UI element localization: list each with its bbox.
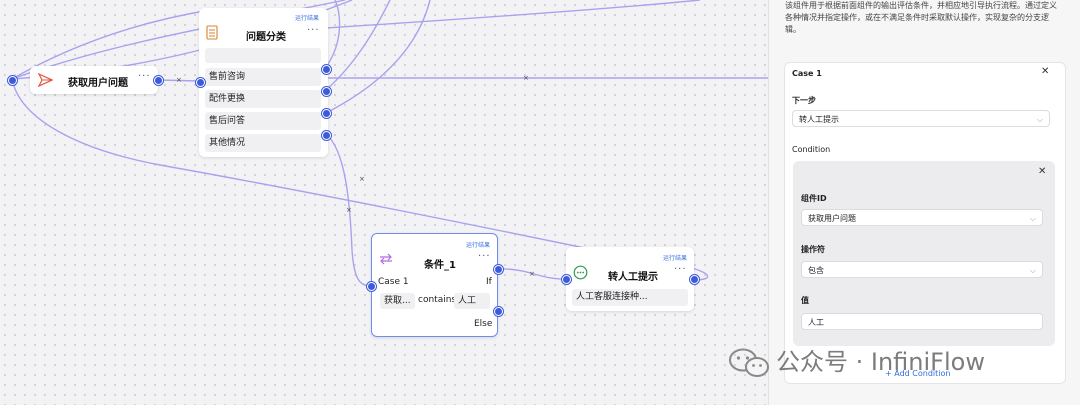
operator-select[interactable]: 包含 ⌵ [801, 261, 1043, 278]
node-title: 转人工提示 [608, 272, 658, 283]
case-title: Case 1 [792, 69, 822, 78]
node-menu-icon[interactable]: ··· [674, 264, 687, 275]
node-title: 获取用户问题 [68, 78, 128, 89]
condition-card: ✕ 组件ID 获取用户问题 ⌵ 操作符 包含 ⌵ 值 人工 [793, 161, 1055, 346]
run-result-link[interactable]: 运行结果 [295, 13, 319, 22]
edge[interactable] [325, 0, 431, 114]
output-handle[interactable] [154, 76, 163, 85]
operator-label: 操作符 [801, 245, 825, 254]
chevron-down-icon: ⌵ [1029, 214, 1036, 223]
edges-layer [11, 0, 770, 287]
output-handle[interactable] [322, 131, 331, 140]
watermark: 公众号 · InfiniFlow [728, 342, 985, 379]
input-handle[interactable] [8, 76, 17, 85]
expr-component: 获取... [380, 293, 415, 309]
edge-delete-icon[interactable]: × [359, 175, 365, 183]
node-menu-icon[interactable]: ··· [138, 71, 151, 82]
component-id-label: 组件ID [801, 194, 827, 203]
node-menu-icon[interactable]: ··· [478, 251, 491, 262]
else-label: Else [474, 319, 493, 329]
edge[interactable] [325, 0, 701, 29]
switch-icon [380, 253, 392, 265]
input-handle[interactable] [562, 275, 571, 284]
close-icon[interactable]: ✕ [1041, 66, 1049, 77]
component-id-select[interactable]: 获取用户问题 ⌵ [801, 209, 1043, 226]
output-handle[interactable] [322, 109, 331, 118]
wechat-icon [729, 348, 769, 377]
next-step-value: 转人工提示 [799, 115, 839, 124]
expr-operator: contains [418, 295, 457, 305]
else-output-handle[interactable] [494, 307, 503, 316]
list-icon [206, 25, 218, 40]
watermark-text: 公众号 · InfiniFlow [776, 348, 985, 376]
input-handle[interactable] [196, 78, 205, 87]
node-get-question[interactable]: 获取用户问题 ··· [30, 66, 158, 94]
next-step-label: 下一步 [792, 96, 816, 105]
category-item: 售后问答 [205, 112, 321, 130]
node-condition[interactable]: 运行结果 条件_1 ··· Case 1 If 获取... contains 人… [371, 233, 498, 337]
if-label: If [486, 277, 492, 287]
send-icon [38, 73, 53, 87]
flow-canvas[interactable]: × × × × × 获取用户问题 ··· 运行结果 问题分类 ··· 售前咨询 … [0, 0, 770, 405]
output-handle[interactable] [322, 65, 331, 74]
case-card: Case 1 ✕ 下一步 转人工提示 ⌵ Condition ✕ 组件ID 获取… [784, 62, 1066, 384]
category-item: 配件更换 [205, 90, 321, 108]
edge[interactable] [11, 78, 691, 271]
operator-value: 包含 [808, 266, 824, 275]
node-classify[interactable]: 运行结果 问题分类 ··· 售前咨询 配件更换 售后问答 其他情况 [199, 8, 328, 157]
run-result-link[interactable]: 运行结果 [466, 240, 490, 249]
input-handle[interactable] [367, 282, 376, 291]
output-handle[interactable] [322, 87, 331, 96]
node-transfer[interactable]: 运行结果 转人工提示 ··· 人工客服连接种... [566, 247, 694, 311]
component-description: 该组件用于根据前面组件的输出评估条件，并相应地引导执行流程。通过定义各种情况并指… [785, 1, 1057, 34]
chevron-down-icon: ⌵ [1036, 115, 1043, 124]
edge-delete-icon[interactable]: × [523, 74, 529, 82]
value-label: 值 [801, 296, 809, 305]
category-item: 其他情况 [205, 134, 321, 152]
case-label: Case 1 [378, 277, 409, 287]
edge[interactable] [325, 0, 341, 68]
chevron-down-icon: ⌵ [1029, 266, 1036, 275]
edge[interactable] [325, 0, 391, 91]
if-output-handle[interactable] [494, 265, 503, 274]
edge-delete-icon[interactable]: × [529, 270, 535, 278]
node-title: 问题分类 [246, 32, 286, 43]
input-placeholder [205, 48, 321, 63]
value-input[interactable]: 人工 [801, 313, 1043, 330]
node-menu-icon[interactable]: ··· [307, 25, 320, 36]
node-title: 条件_1 [424, 260, 456, 271]
condition-label: Condition [792, 145, 831, 154]
message-preview: 人工客服连接种... [572, 289, 688, 306]
message-icon [573, 265, 588, 280]
value-text: 人工 [808, 318, 824, 327]
next-step-select[interactable]: 转人工提示 ⌵ [792, 110, 1050, 127]
component-id-value: 获取用户问题 [808, 214, 856, 223]
expr-value: 人工 [454, 293, 490, 309]
edge-delete-icon[interactable]: × [176, 76, 182, 84]
edge-delete-icon[interactable]: × [346, 206, 352, 214]
category-item: 售前咨询 [205, 68, 321, 86]
close-icon[interactable]: ✕ [1038, 166, 1046, 177]
output-handle[interactable] [690, 275, 699, 284]
run-result-link[interactable]: 运行结果 [663, 253, 687, 262]
